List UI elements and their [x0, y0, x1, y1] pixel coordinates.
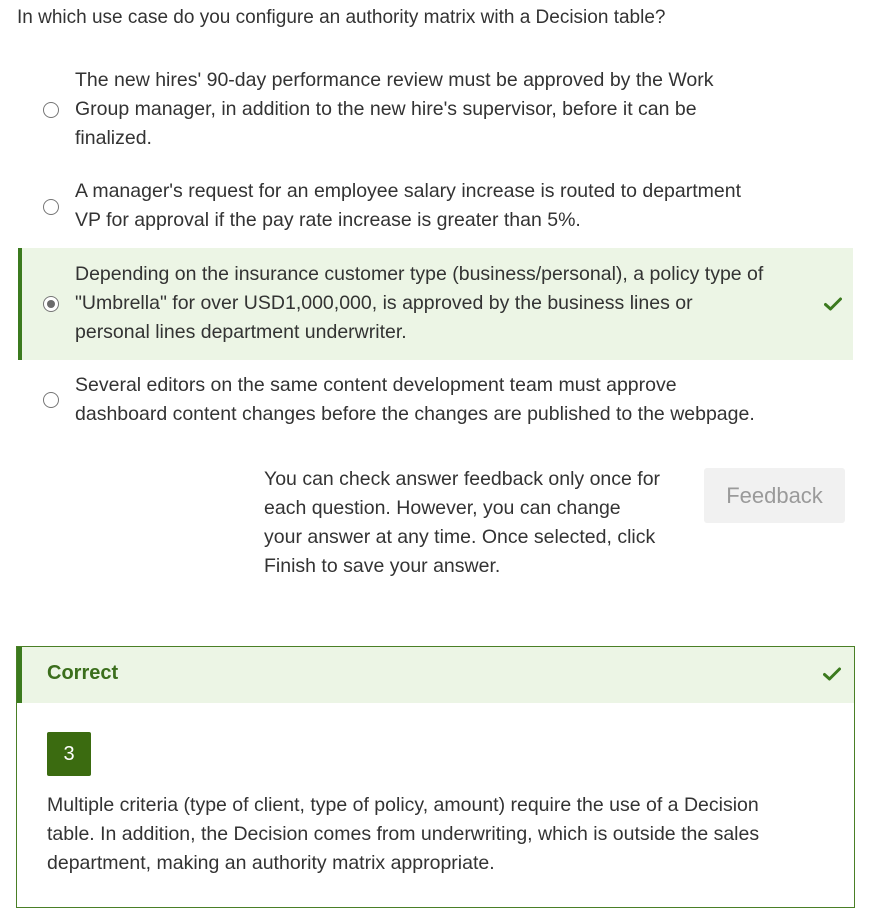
- check-icon: [823, 667, 841, 681]
- question-text: In which use case do you configure an au…: [17, 7, 666, 28]
- check-icon: [824, 297, 842, 311]
- radio-button-selected[interactable]: [43, 296, 59, 312]
- answer-option-4[interactable]: Several editors on the same content deve…: [18, 371, 853, 431]
- answer-option-3[interactable]: Depending on the insurance customer type…: [18, 248, 853, 360]
- radio-button[interactable]: [43, 199, 59, 215]
- explanation-text: Multiple criteria (type of client, type …: [47, 794, 760, 874]
- answer-option-1[interactable]: The new hires' 90-day performance review…: [18, 66, 853, 154]
- answer-number-badge: 3: [47, 732, 91, 776]
- radio-dot: [47, 300, 55, 308]
- answer-option-2[interactable]: A manager's request for an employee sala…: [18, 177, 853, 237]
- option-text: Several editors on the same content deve…: [75, 374, 755, 425]
- radio-button[interactable]: [43, 392, 59, 408]
- result-title: Correct: [47, 662, 119, 684]
- feedback-note: You can check answer feedback only once …: [264, 468, 661, 577]
- feedback-button[interactable]: Feedback: [704, 468, 845, 523]
- option-text: A manager's request for an employee sala…: [75, 180, 741, 231]
- result-panel: Correct 3 Multiple criteria (type of cli…: [16, 646, 855, 908]
- option-text: Depending on the insurance customer type…: [75, 263, 764, 343]
- quiz-page: In which use case do you configure an au…: [0, 0, 870, 918]
- radio-button[interactable]: [43, 102, 59, 118]
- result-header: Correct: [17, 647, 854, 703]
- option-text: The new hires' 90-day performance review…: [75, 69, 714, 149]
